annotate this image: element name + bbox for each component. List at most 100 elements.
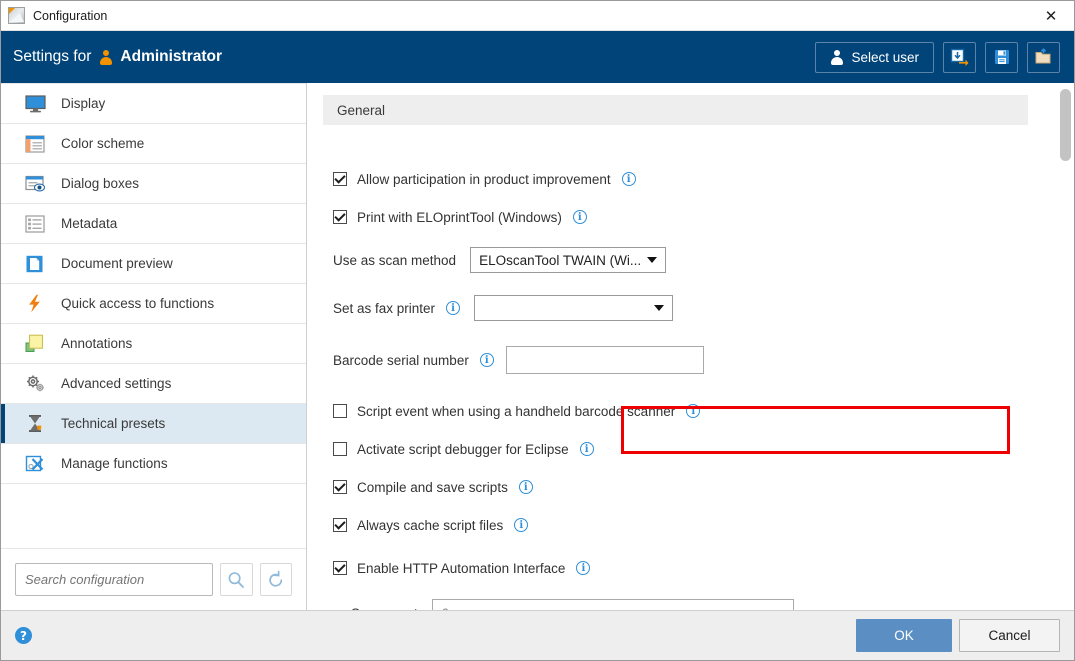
- ok-button[interactable]: OK: [856, 619, 952, 652]
- fax-printer-label: Set as fax printer: [333, 300, 436, 316]
- content-inner: General Allow participation in product i…: [307, 83, 1074, 610]
- open-folder-button[interactable]: [1027, 41, 1060, 73]
- sidebar-nav: Display Color scheme Dialog boxes Metada…: [1, 83, 306, 548]
- sidebar-item-display[interactable]: Display: [1, 84, 306, 124]
- configuration-window: Configuration ✕ Settings for Administrat…: [0, 0, 1075, 661]
- save-settings-button[interactable]: [985, 41, 1018, 73]
- script-debugger-eclipse-label: Activate script debugger for Eclipse: [357, 441, 569, 457]
- compile-save-scripts-label: Compile and save scripts: [357, 479, 508, 495]
- row-script-debugger-eclipse: Activate script debugger for Eclipse i: [333, 437, 1050, 461]
- cancel-button[interactable]: Cancel: [959, 619, 1060, 652]
- row-enable-http-automation: Enable HTTP Automation Interface i: [333, 556, 1050, 580]
- scan-method-value: ELOscanTool TWAIN (Wi...: [479, 252, 642, 268]
- section-header-general: General: [323, 95, 1028, 125]
- footer-buttons: OK Cancel: [856, 619, 1060, 652]
- sidebar-item-document-preview[interactable]: Document preview: [1, 244, 306, 284]
- server-port-input[interactable]: [431, 599, 794, 610]
- info-icon[interactable]: i: [479, 353, 494, 367]
- reset-search-button[interactable]: [259, 563, 292, 596]
- window-title: Configuration: [33, 8, 108, 23]
- chevron-down-icon: [654, 305, 665, 311]
- import-arrow-icon: [950, 48, 969, 66]
- server-port-label: Server port: [351, 606, 418, 611]
- row-print-eloprinttool: Print with ELOprintTool (Windows) i: [333, 205, 1050, 229]
- dialog-footer: ? OK Cancel: [1, 610, 1074, 660]
- info-icon[interactable]: i: [518, 480, 533, 494]
- info-icon[interactable]: i: [572, 210, 587, 224]
- elo-config-icon: [8, 7, 25, 24]
- row-allow-participation: Allow participation in product improveme…: [333, 167, 1050, 191]
- window-body: Display Color scheme Dialog boxes Metada…: [1, 83, 1074, 610]
- row-always-cache-script-files: Always cache script files i: [333, 513, 1050, 537]
- row-scan-method: Use as scan method ELOscanTool TWAIN (Wi…: [333, 247, 1050, 273]
- sidebar-item-label: Advanced settings: [61, 376, 172, 391]
- info-icon[interactable]: i: [514, 518, 529, 532]
- print-eloprinttool-checkbox[interactable]: [333, 210, 347, 224]
- hourglass-person-icon: [23, 413, 47, 435]
- info-icon[interactable]: i: [446, 301, 461, 315]
- page-title-lead: Settings for: [13, 48, 92, 65]
- content-scrollbar-track[interactable]: [1060, 89, 1071, 606]
- compile-save-scripts-checkbox[interactable]: [333, 480, 347, 494]
- document-icon: [23, 253, 47, 275]
- enable-http-automation-checkbox[interactable]: [333, 561, 347, 575]
- monitor-icon: [23, 93, 47, 115]
- row-compile-save-scripts: Compile and save scripts i: [333, 475, 1050, 499]
- enable-http-automation-label: Enable HTTP Automation Interface: [357, 560, 566, 576]
- search-button[interactable]: [220, 563, 253, 596]
- help-question-icon[interactable]: ?: [15, 627, 32, 644]
- row-script-event-barcode: Script event when using a handheld barco…: [333, 399, 1050, 423]
- user-icon: [830, 49, 843, 65]
- user-icon: [99, 49, 112, 65]
- sidebar-item-advanced-settings[interactable]: Advanced settings: [1, 364, 306, 404]
- sidebar-item-color-scheme[interactable]: Color scheme: [1, 124, 306, 164]
- sidebar-item-label: Technical presets: [61, 416, 166, 431]
- row-barcode-serial-number: Barcode serial number i: [333, 346, 1050, 374]
- search-area: [1, 548, 306, 610]
- chevron-down-icon: [647, 257, 658, 263]
- sidebar-item-metadata[interactable]: Metadata: [1, 204, 306, 244]
- sidebar-item-dialog-boxes[interactable]: Dialog boxes: [1, 164, 306, 204]
- list-icon: [23, 213, 47, 235]
- content-scrollbar-thumb[interactable]: [1060, 89, 1071, 161]
- settings-rows: Allow participation in product improveme…: [315, 125, 1050, 610]
- always-cache-script-files-checkbox[interactable]: [333, 518, 347, 532]
- sidebar-item-label: Manage functions: [61, 456, 168, 471]
- refresh-icon: [269, 570, 282, 587]
- header-actions: Select user: [815, 41, 1060, 73]
- sidebar-item-label: Metadata: [61, 216, 118, 231]
- script-event-barcode-scanner-checkbox[interactable]: [333, 404, 347, 418]
- open-folder-icon: [1035, 48, 1051, 64]
- sidebar-item-annotations[interactable]: Annotations: [1, 324, 306, 364]
- info-icon[interactable]: i: [579, 442, 594, 456]
- row-server-port: Server port: [333, 599, 1050, 610]
- search-input[interactable]: [15, 563, 213, 596]
- sidebar-item-label: Document preview: [61, 256, 173, 271]
- gears-icon: [23, 373, 47, 395]
- info-icon[interactable]: i: [621, 172, 636, 186]
- sidebar-item-technical-presets[interactable]: Technical presets: [1, 404, 306, 444]
- scan-method-select[interactable]: ELOscanTool TWAIN (Wi...: [470, 247, 667, 273]
- sidebar-item-quick-access[interactable]: Quick access to functions: [1, 284, 306, 324]
- script-debugger-eclipse-checkbox[interactable]: [333, 442, 347, 456]
- page-title-user: Administrator: [120, 48, 223, 65]
- barcode-serial-number-label: Barcode serial number: [333, 352, 469, 368]
- allow-participation-checkbox[interactable]: [333, 172, 347, 186]
- fax-printer-select[interactable]: [474, 295, 674, 321]
- select-user-button[interactable]: Select user: [815, 41, 934, 73]
- info-icon[interactable]: i: [576, 561, 591, 575]
- sidebar-item-label: Display: [61, 96, 106, 111]
- select-user-label: Select user: [851, 49, 919, 65]
- sidebar-item-manage-functions[interactable]: Manage functions: [1, 444, 306, 484]
- import-settings-button[interactable]: [943, 41, 976, 73]
- close-icon[interactable]: ✕: [1028, 1, 1074, 30]
- info-icon[interactable]: i: [686, 404, 701, 418]
- magnifier-icon: [228, 571, 245, 588]
- barcode-serial-number-input[interactable]: [505, 346, 704, 374]
- sidebar-item-label: Dialog boxes: [61, 176, 140, 191]
- sticky-note-icon: [23, 333, 47, 355]
- sidebar-item-label: Quick access to functions: [61, 296, 215, 311]
- sidebar: Display Color scheme Dialog boxes Metada…: [1, 83, 307, 610]
- manage-functions-icon: [23, 453, 47, 475]
- row-fax-printer: Set as fax printer i: [333, 295, 1050, 321]
